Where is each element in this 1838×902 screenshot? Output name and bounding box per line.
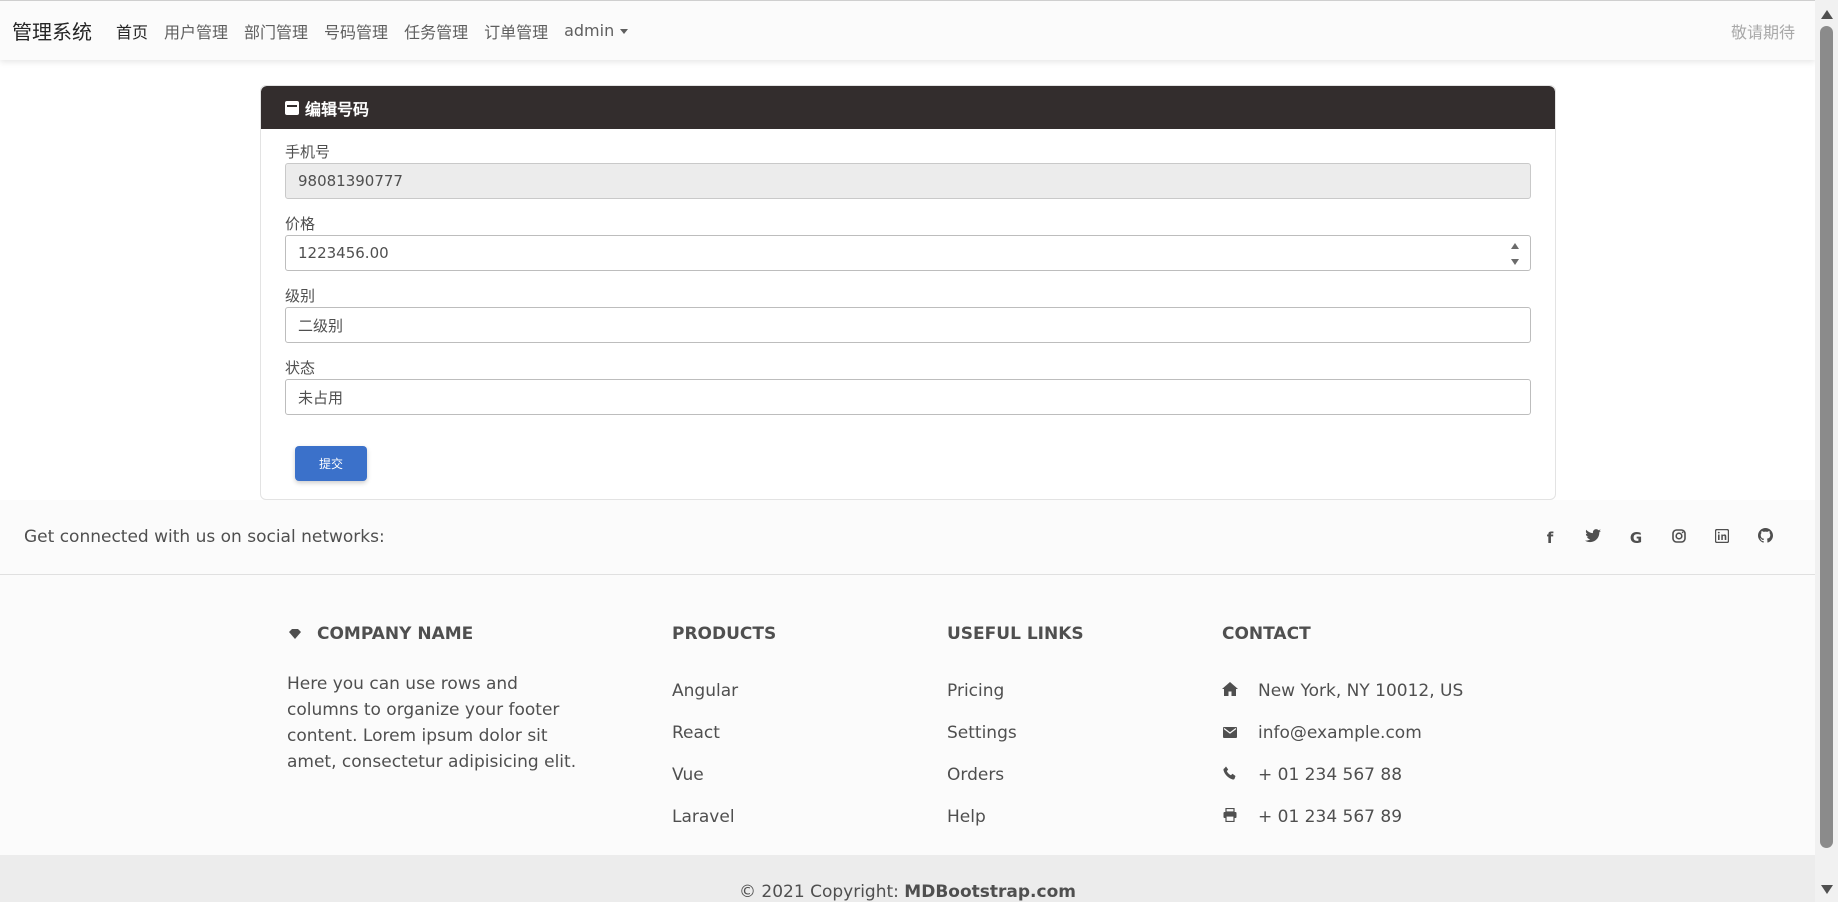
admin-dropdown-label: admin bbox=[564, 21, 615, 40]
contact-phone: + 01 234 567 88 bbox=[1222, 754, 1463, 796]
github-icon[interactable] bbox=[1755, 528, 1775, 547]
scroll-down-icon[interactable] bbox=[1821, 885, 1833, 894]
chevron-down-icon bbox=[620, 29, 629, 34]
level-label: 级别 bbox=[285, 287, 316, 305]
home-icon bbox=[1222, 670, 1238, 712]
social-icons: f G bbox=[1517, 500, 1775, 575]
copyright-link[interactable]: MDBootstrap.com bbox=[904, 882, 1076, 902]
useful-links: Pricing Settings Orders Help bbox=[947, 670, 1084, 838]
company-title: COMPANY NAME bbox=[317, 624, 474, 644]
envelope-icon bbox=[1222, 712, 1238, 754]
link-pricing[interactable]: Pricing bbox=[947, 670, 1084, 712]
products-links: Angular React Vue Laravel bbox=[672, 670, 776, 838]
nav-link-tasks[interactable]: 任务管理 bbox=[404, 19, 468, 43]
phone-input[interactable]: 98081390777 bbox=[285, 163, 1531, 199]
contact-list: New York, NY 10012, US info@example.com … bbox=[1222, 670, 1463, 838]
printer-icon bbox=[1222, 796, 1238, 838]
number-spinner[interactable] bbox=[1510, 243, 1520, 265]
product-link-vue[interactable]: Vue bbox=[672, 754, 776, 796]
spinner-up-icon[interactable] bbox=[1511, 243, 1519, 249]
social-text: Get connected with us on social networks… bbox=[24, 527, 385, 547]
contact-fax: + 01 234 567 89 bbox=[1222, 796, 1463, 838]
useful-links-heading: USEFUL LINKS bbox=[947, 624, 1084, 644]
level-value: 二级别 bbox=[298, 316, 344, 335]
nav-link-home[interactable]: 首页 bbox=[116, 19, 148, 43]
copyright-text: © 2021 Copyright: bbox=[739, 882, 905, 902]
status-label: 状态 bbox=[285, 359, 316, 377]
status-group: 状态 未占用 bbox=[285, 357, 1531, 415]
card-header: 编辑号码 bbox=[261, 86, 1555, 129]
product-link-laravel[interactable]: Laravel bbox=[672, 796, 776, 838]
price-value: 1223456.00 bbox=[298, 244, 389, 262]
edit-number-card: 编辑号码 手机号 98081390777 价格 1223456.00 级别 二级… bbox=[260, 85, 1556, 500]
price-label: 价格 bbox=[285, 215, 316, 233]
price-input[interactable]: 1223456.00 bbox=[285, 235, 1531, 271]
twitter-icon[interactable] bbox=[1583, 528, 1603, 547]
admin-dropdown[interactable]: admin bbox=[564, 21, 629, 40]
nav-link-users[interactable]: 用户管理 bbox=[164, 19, 228, 43]
level-input[interactable]: 二级别 bbox=[285, 307, 1531, 343]
status-value: 未占用 bbox=[298, 388, 344, 407]
nav-link-numbers[interactable]: 号码管理 bbox=[324, 19, 388, 43]
link-settings[interactable]: Settings bbox=[947, 712, 1084, 754]
address-text: New York, NY 10012, US bbox=[1258, 681, 1464, 701]
phone-icon bbox=[1222, 754, 1238, 796]
card-title: 编辑号码 bbox=[305, 99, 370, 119]
copyright-bar: © 2021 Copyright: MDBootstrap.com bbox=[0, 855, 1815, 902]
page: 管理系统 首页 用户管理 部门管理 号码管理 任务管理 订单管理 admin 敬… bbox=[0, 0, 1815, 902]
phone-group: 手机号 98081390777 bbox=[285, 141, 1531, 199]
nav-link-orders[interactable]: 订单管理 bbox=[484, 19, 548, 43]
status-input[interactable]: 未占用 bbox=[285, 379, 1531, 415]
nav-links: 首页 用户管理 部门管理 号码管理 任务管理 订单管理 admin bbox=[116, 19, 644, 43]
contact-address: New York, NY 10012, US bbox=[1222, 670, 1463, 712]
products-heading: PRODUCTS bbox=[672, 624, 777, 644]
nav-link-departments[interactable]: 部门管理 bbox=[244, 19, 308, 43]
footer-contact-col: CONTACT New York, NY 10012, US info@exam… bbox=[1222, 623, 1463, 838]
footer-links-col: USEFUL LINKS Pricing Settings Orders Hel… bbox=[947, 623, 1084, 838]
linkedin-icon[interactable] bbox=[1712, 528, 1732, 547]
instagram-icon[interactable] bbox=[1669, 528, 1689, 547]
link-orders[interactable]: Orders bbox=[947, 754, 1084, 796]
phone-value: 98081390777 bbox=[298, 172, 403, 190]
google-icon[interactable]: G bbox=[1626, 529, 1646, 547]
scrollbar-thumb[interactable] bbox=[1820, 26, 1833, 848]
email-text: info@example.com bbox=[1258, 723, 1422, 743]
calculator-icon bbox=[285, 100, 299, 115]
spinner-down-icon[interactable] bbox=[1511, 259, 1519, 265]
fax-text: + 01 234 567 89 bbox=[1258, 807, 1403, 827]
scroll-up-icon[interactable] bbox=[1821, 10, 1833, 19]
price-group: 价格 1223456.00 bbox=[285, 213, 1531, 271]
gem-icon bbox=[289, 629, 301, 639]
phone-label: 手机号 bbox=[285, 143, 331, 161]
company-description: Here you can use rows and columns to org… bbox=[287, 674, 577, 772]
contact-email: info@example.com bbox=[1222, 712, 1463, 754]
facebook-icon[interactable]: f bbox=[1540, 529, 1560, 547]
level-group: 级别 二级别 bbox=[285, 285, 1531, 343]
link-help[interactable]: Help bbox=[947, 796, 1084, 838]
product-link-angular[interactable]: Angular bbox=[672, 670, 776, 712]
product-link-react[interactable]: React bbox=[672, 712, 776, 754]
contact-heading: CONTACT bbox=[1222, 624, 1311, 644]
coming-soon-link[interactable]: 敬请期待 bbox=[1731, 1, 1795, 61]
phone-text: + 01 234 567 88 bbox=[1258, 765, 1403, 785]
social-bar: Get connected with us on social networks… bbox=[0, 500, 1815, 575]
brand-title[interactable]: 管理系统 bbox=[12, 16, 92, 45]
vertical-scrollbar[interactable] bbox=[1815, 0, 1838, 902]
navbar: 管理系统 首页 用户管理 部门管理 号码管理 任务管理 订单管理 admin 敬… bbox=[0, 0, 1815, 60]
submit-button[interactable]: 提交 bbox=[295, 446, 367, 481]
footer-company-col: COMPANY NAME Here you can use rows and c… bbox=[287, 623, 587, 775]
footer-main: COMPANY NAME Here you can use rows and c… bbox=[0, 575, 1815, 855]
card-body: 手机号 98081390777 价格 1223456.00 级别 二级别 状态 bbox=[261, 129, 1555, 415]
footer-products-col: PRODUCTS Angular React Vue Laravel bbox=[672, 623, 776, 838]
company-heading: COMPANY NAME bbox=[287, 623, 587, 645]
